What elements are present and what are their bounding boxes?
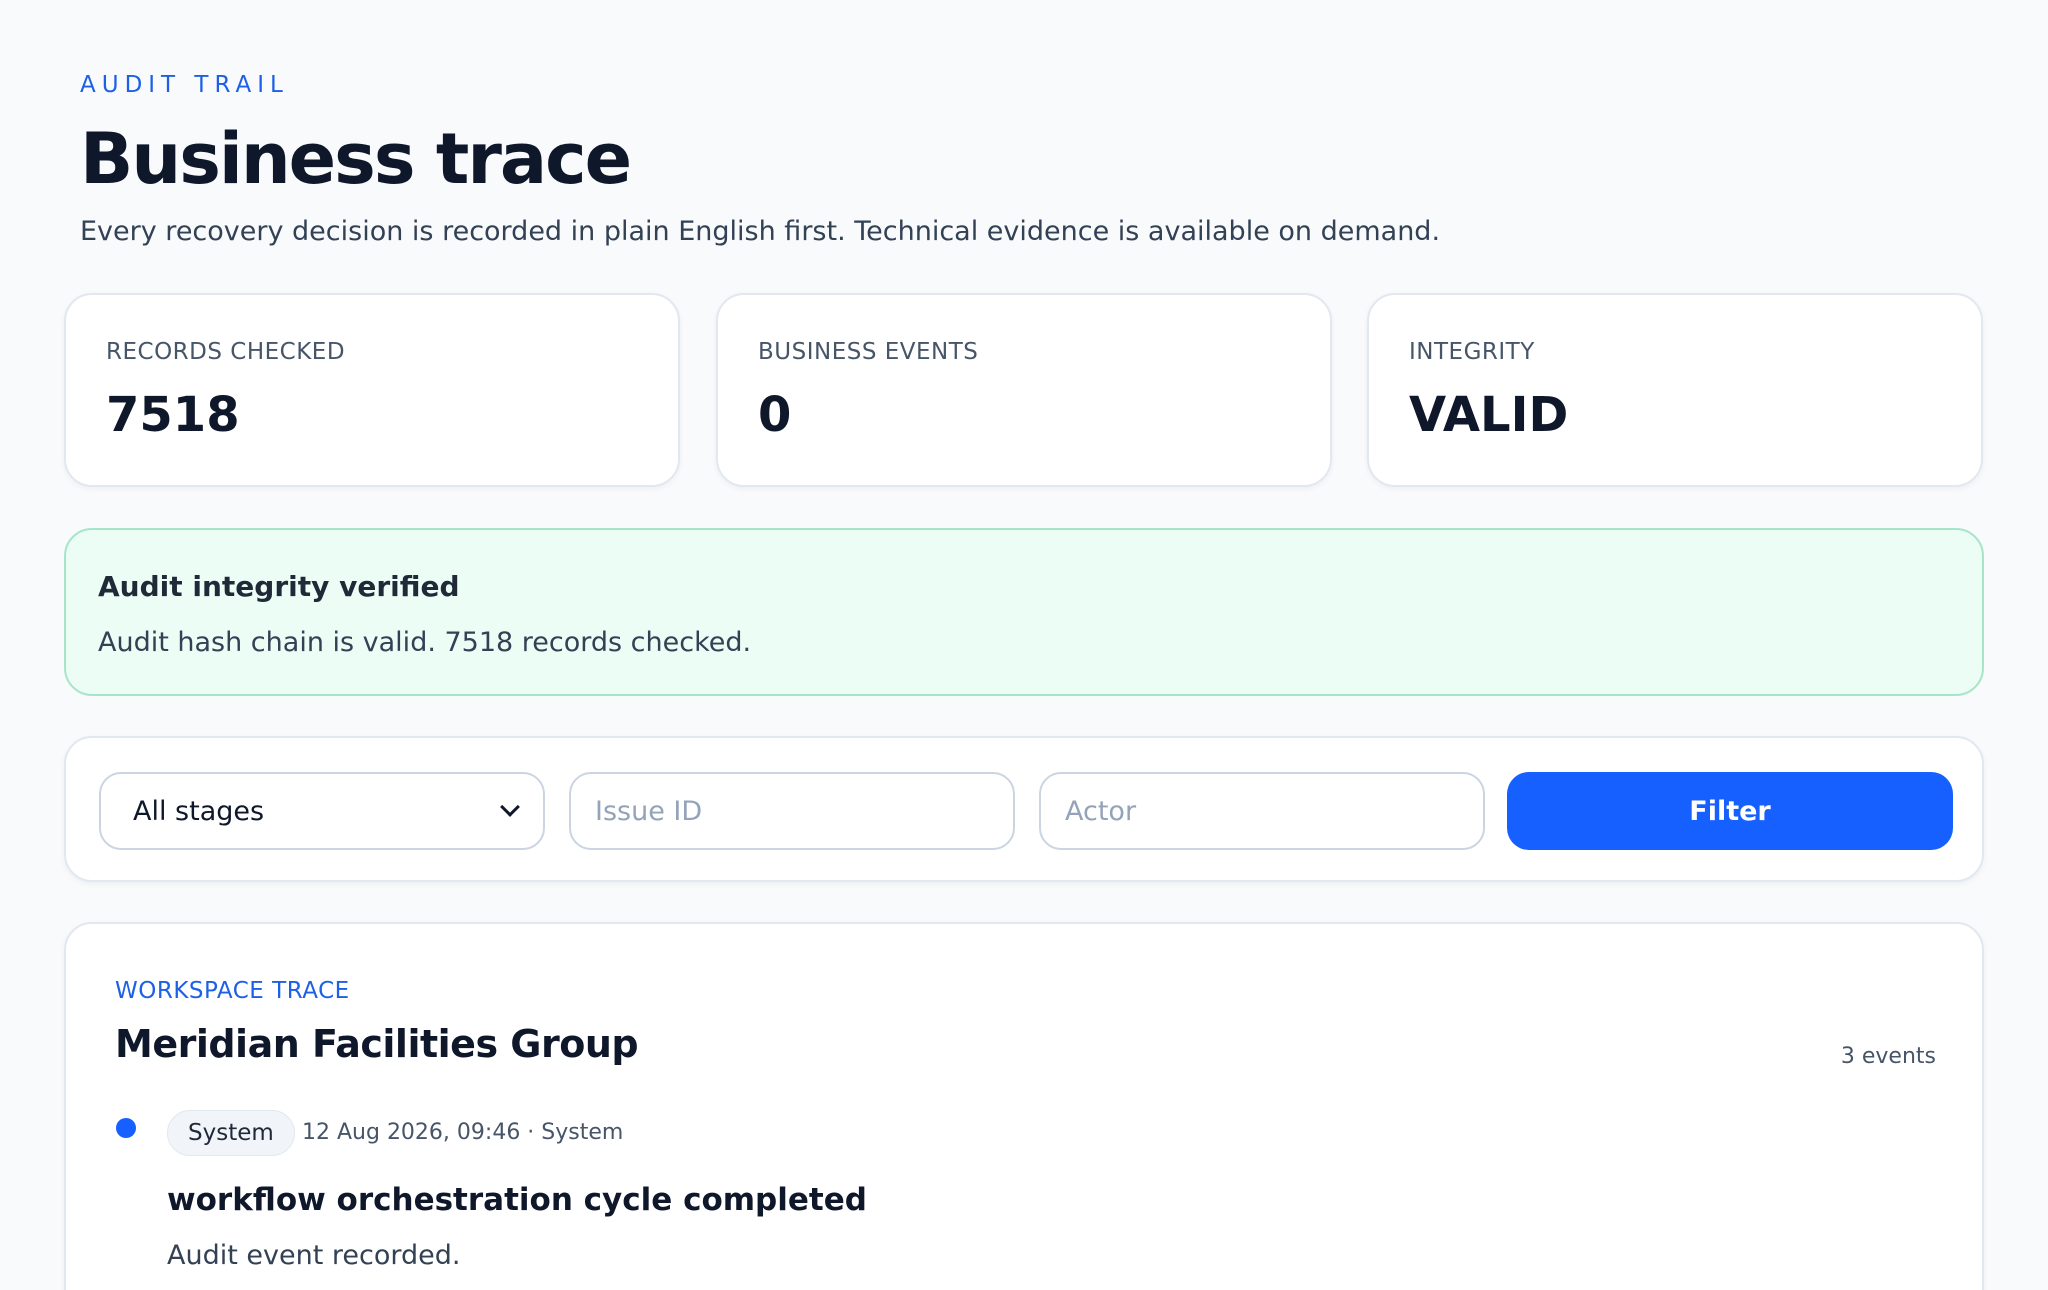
page-eyebrow: AUDIT TRAIL [80, 72, 289, 98]
workspace-trace-card: WORKSPACE TRACE Meridian Facilities Grou… [64, 922, 1984, 1290]
stat-card-integrity: INTEGRITY VALID [1367, 293, 1983, 487]
trace-event-count: 3 events [1840, 1044, 1936, 1069]
stat-value: 7518 [106, 387, 240, 443]
page-subtitle: Every recovery decision is recorded in p… [80, 216, 1441, 247]
actor-placeholder: Actor [1065, 795, 1137, 827]
chevron-down-icon [500, 797, 520, 817]
event-meta: 12 Aug 2026, 09:46 · System [302, 1120, 624, 1145]
banner-text: Audit hash chain is valid. 7518 records … [98, 627, 752, 658]
stat-label: RECORDS CHECKED [106, 339, 346, 365]
actor-input[interactable]: Actor [1039, 772, 1485, 850]
event-description: Audit event recorded. [167, 1240, 461, 1271]
trace-title: Meridian Facilities Group [115, 1022, 639, 1066]
issue-id-placeholder: Issue ID [595, 795, 703, 827]
timeline-dot-icon [116, 1118, 136, 1138]
filter-bar: All stages Issue ID Actor Filter [64, 736, 1984, 882]
page-title: Business trace [80, 118, 632, 200]
stat-card-business-events: BUSINESS EVENTS 0 [716, 293, 1332, 487]
issue-id-input[interactable]: Issue ID [569, 772, 1015, 850]
filter-button[interactable]: Filter [1507, 772, 1953, 850]
event-title: workflow orchestration cycle completed [167, 1182, 867, 1218]
stage-select-value: All stages [133, 795, 265, 827]
stat-label: INTEGRITY [1409, 339, 1535, 365]
stat-value: VALID [1409, 387, 1569, 443]
stat-label: BUSINESS EVENTS [758, 339, 979, 365]
stage-select[interactable]: All stages [99, 772, 545, 850]
stat-card-records-checked: RECORDS CHECKED 7518 [64, 293, 680, 487]
event-actor-chip: System [167, 1110, 295, 1156]
integrity-banner: Audit integrity verified Audit hash chai… [64, 528, 1984, 696]
trace-eyebrow: WORKSPACE TRACE [115, 978, 350, 1004]
banner-title: Audit integrity verified [98, 570, 460, 603]
stat-value: 0 [758, 387, 792, 443]
